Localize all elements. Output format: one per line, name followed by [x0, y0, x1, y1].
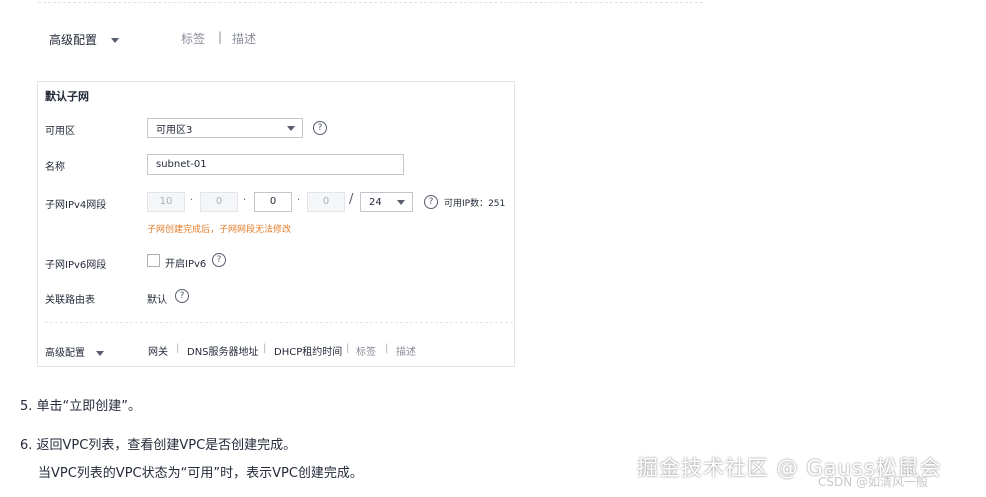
top-separator: | — [218, 30, 223, 44]
card-advanced-label: 高级配置 — [45, 348, 85, 359]
step-6: 6. 返回VPC列表，查看创建VPC是否创建完成。 — [20, 438, 297, 453]
available-ip-count: 可用IP数：251 — [444, 199, 506, 209]
route-value: 默认 — [147, 295, 167, 306]
name-input[interactable]: subnet-01 — [147, 154, 404, 175]
help-icon[interactable]: ? — [175, 289, 189, 303]
ip-dot: · — [243, 195, 247, 206]
adv-link-dhcp[interactable]: DHCP租约时间 — [274, 343, 342, 358]
step-5: 5. 单击“立即创建”。 — [20, 399, 142, 414]
ipv4-label: 子网IPv4网段 — [45, 200, 107, 211]
help-icon[interactable]: ? — [424, 195, 438, 209]
ip-dot: · — [297, 195, 301, 206]
ip-dot: · — [190, 195, 194, 206]
ip-octet-4: 0 — [307, 192, 345, 212]
help-icon[interactable]: ? — [212, 253, 226, 267]
adv-link-gateway[interactable]: 网关 — [148, 343, 168, 358]
ipv4-note: 子网创建完成后，子网网段无法修改 — [147, 225, 292, 235]
ip-octet-2: 0 — [200, 192, 238, 212]
top-tab-desc[interactable]: 描述 — [232, 30, 256, 47]
step-6-detail: 当VPC列表的VPC状态为“可用”时，表示VPC创建完成。 — [38, 466, 363, 481]
ipv6-label: 子网IPv6网段 — [45, 260, 107, 271]
ipv6-checkbox[interactable] — [147, 254, 160, 267]
adv-link-desc[interactable]: 描述 — [396, 343, 416, 358]
card-divider — [45, 322, 513, 323]
watermark-sub: CSDN @如清风一般 — [818, 475, 929, 489]
adv-separator: | — [385, 343, 389, 354]
mask-select-value: 24 — [369, 196, 382, 208]
route-label: 关联路由表 — [45, 295, 95, 306]
chevron-down-icon — [287, 126, 295, 131]
adv-link-tags[interactable]: 标签 — [356, 343, 376, 358]
top-advanced-label: 高级配置 — [49, 33, 98, 47]
card-advanced-toggle[interactable]: 高级配置 — [45, 344, 105, 359]
ip-slash: / — [349, 192, 354, 207]
adv-link-dns[interactable]: DNS服务器地址 — [187, 343, 259, 358]
top-divider — [38, 2, 703, 3]
adv-separator: | — [263, 343, 267, 354]
ip-octet-3[interactable]: 0 — [254, 192, 292, 212]
adv-separator: | — [346, 343, 350, 354]
adv-separator: | — [176, 343, 180, 354]
chevron-down-icon — [397, 200, 405, 205]
mask-select[interactable]: 24 — [360, 192, 413, 212]
name-label: 名称 — [45, 162, 65, 173]
name-input-value: subnet-01 — [156, 159, 207, 170]
ipv6-checkbox-label[interactable]: 开启IPv6 — [165, 255, 206, 270]
chevron-down-icon — [96, 350, 105, 356]
ip-octet-1: 10 — [147, 192, 185, 212]
chevron-down-icon — [110, 38, 119, 43]
help-icon[interactable]: ? — [313, 121, 327, 135]
az-select[interactable]: 可用区3 — [147, 118, 303, 138]
az-select-value: 可用区3 — [156, 124, 193, 136]
az-label: 可用区 — [45, 126, 75, 137]
card-title: 默认子网 — [45, 90, 89, 103]
top-tab-tags[interactable]: 标签 — [181, 30, 205, 47]
top-advanced-toggle[interactable]: 高级配置 — [49, 31, 119, 48]
